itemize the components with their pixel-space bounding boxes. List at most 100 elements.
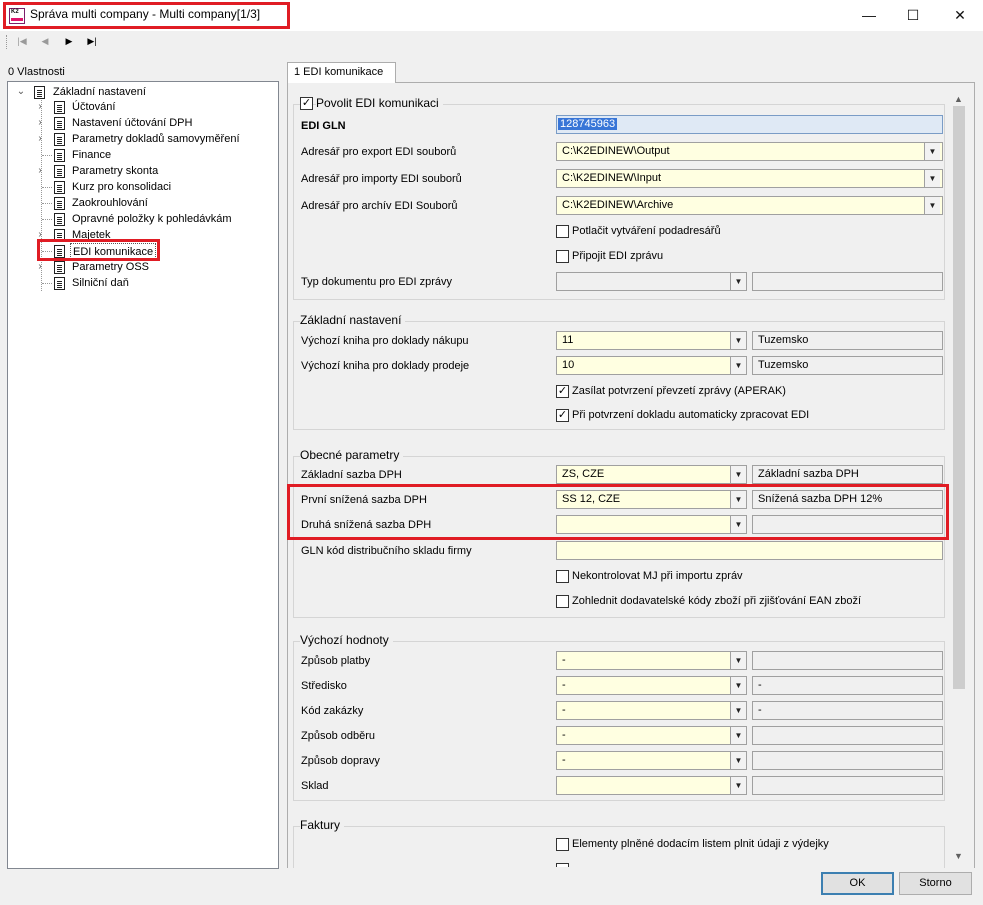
tree-item-silnicni-dan[interactable]: Silniční daň xyxy=(72,275,129,291)
base-vat-select[interactable]: ZS, CZE xyxy=(556,465,747,484)
tree-item-kurz-konsolidace[interactable]: Kurz pro konsolidaci xyxy=(72,179,171,195)
toolbar-grip xyxy=(6,35,7,49)
transport-method-description xyxy=(752,751,943,770)
expand-icon[interactable]: › xyxy=(34,163,46,179)
first-reduced-vat-select[interactable]: SS 12, CZE xyxy=(556,490,747,509)
tree-item-finance[interactable]: Finance xyxy=(72,147,111,163)
expand-icon[interactable]: › xyxy=(34,99,46,115)
chevron-down-icon[interactable]: ▼ xyxy=(730,516,746,533)
document-icon xyxy=(54,165,65,178)
gln-warehouse-label: GLN kód distribučního skladu firmy xyxy=(301,545,472,557)
no-unit-check-label: Nekontrolovat MJ při importu zpráv xyxy=(572,570,743,582)
no-unit-check-checkbox[interactable] xyxy=(556,570,569,583)
aperak-checkbox[interactable]: ✓ xyxy=(556,385,569,398)
purchase-book-select[interactable]: 11 xyxy=(556,331,747,350)
maximize-button[interactable]: ☐ xyxy=(890,0,936,31)
tree-connector xyxy=(42,155,52,156)
chevron-down-icon[interactable]: ▼ xyxy=(730,466,746,483)
sales-book-value: 10 xyxy=(562,359,575,371)
edi-gln-input[interactable]: 128745963 xyxy=(556,115,943,134)
tree-item-nastaveni-uctovani-dph[interactable]: Nastavení účtování DPH xyxy=(72,115,192,131)
gln-warehouse-input[interactable] xyxy=(556,541,943,560)
delivery-note-checkbox[interactable] xyxy=(556,838,569,851)
tree-connector xyxy=(42,283,52,284)
tree-item-parametry-skonta[interactable]: Parametry skonta xyxy=(72,163,158,179)
cancel-button[interactable]: Storno xyxy=(899,872,972,895)
pickup-method-label: Způsob odběru xyxy=(301,730,375,742)
expand-icon[interactable]: › xyxy=(34,131,46,147)
clipped-checkbox[interactable] xyxy=(556,863,569,867)
doc-type-select[interactable] xyxy=(556,272,747,291)
chevron-down-icon[interactable]: ▼ xyxy=(730,273,746,290)
expand-icon[interactable]: › xyxy=(34,227,46,243)
export-dir-value: C:\K2EDINEW\Output xyxy=(562,145,670,157)
tree-item-zakladni-nastaveni[interactable]: Základní nastavení xyxy=(53,84,146,100)
ok-button[interactable]: OK xyxy=(821,872,894,895)
chevron-down-icon[interactable]: ▼ xyxy=(924,170,940,187)
scroll-down-icon[interactable]: ▼ xyxy=(950,848,967,864)
document-icon xyxy=(54,149,65,162)
first-record-icon[interactable]: |◀ xyxy=(13,33,31,49)
suppress-subdirs-checkbox[interactable] xyxy=(556,225,569,238)
tree-item-zaokrouhlovani[interactable]: Zaokrouhlování xyxy=(72,195,148,211)
chevron-down-icon[interactable]: ▼ xyxy=(730,357,746,374)
tree-item-parametry-samovymereni[interactable]: Parametry dokladů samovyměření xyxy=(72,131,240,147)
archive-dir-label: Adresář pro archív EDI Souborů xyxy=(301,200,458,212)
last-record-icon[interactable]: ▶| xyxy=(83,33,101,49)
second-reduced-vat-select[interactable] xyxy=(556,515,747,534)
warehouse-select[interactable] xyxy=(556,776,747,795)
document-icon xyxy=(54,181,65,194)
tree-item-uctovani[interactable]: Účtování xyxy=(72,99,115,115)
delivery-note-label: Elementy plněné dodacím listem plnit úda… xyxy=(572,838,829,850)
general-params-title: Obecné parametry xyxy=(300,448,404,462)
order-code-select[interactable]: - xyxy=(556,701,747,720)
export-dir-field[interactable]: C:\K2EDINEW\Output xyxy=(556,142,943,161)
tree-item-majetek[interactable]: Majetek xyxy=(72,227,111,243)
tree-connector xyxy=(42,187,52,188)
chevron-down-icon[interactable]: ▼ xyxy=(730,491,746,508)
archive-dir-value: C:\K2EDINEW\Archive xyxy=(562,199,674,211)
chevron-down-icon[interactable]: ▼ xyxy=(730,332,746,349)
chevron-down-icon[interactable]: ▼ xyxy=(730,777,746,794)
document-icon xyxy=(54,117,65,130)
cost-center-description: - xyxy=(752,676,943,695)
close-button[interactable]: ✕ xyxy=(937,0,983,31)
import-dir-field[interactable]: C:\K2EDINEW\Input xyxy=(556,169,943,188)
previous-record-icon[interactable]: ◀ xyxy=(36,33,54,49)
pickup-method-description xyxy=(752,726,943,745)
enable-edi-checkbox[interactable]: ✓ xyxy=(300,97,313,110)
chevron-down-icon[interactable]: ▼ xyxy=(730,652,746,669)
purchase-book-description: Tuzemsko xyxy=(752,331,943,350)
auto-process-checkbox[interactable]: ✓ xyxy=(556,409,569,422)
scrollbar-thumb[interactable] xyxy=(953,106,965,689)
transport-method-select[interactable]: - xyxy=(556,751,747,770)
pickup-method-select[interactable]: - xyxy=(556,726,747,745)
payment-method-select[interactable]: - xyxy=(556,651,747,670)
chevron-down-icon[interactable]: ▼ xyxy=(730,677,746,694)
tree-item-edi-komunikace[interactable]: EDI komunikace xyxy=(70,243,157,259)
next-record-icon[interactable]: ▶ xyxy=(60,33,78,49)
chevron-down-icon[interactable]: ▼ xyxy=(924,197,940,214)
sales-book-select[interactable]: 10 xyxy=(556,356,747,375)
warehouse-description xyxy=(752,776,943,795)
attach-edi-checkbox[interactable] xyxy=(556,250,569,263)
edi-gln-value: 128745963 xyxy=(558,118,618,130)
minimize-button[interactable]: — xyxy=(846,0,892,31)
tree-item-opravne-polozky[interactable]: Opravné položky k pohledávkám xyxy=(72,211,232,227)
scroll-up-icon[interactable]: ▲ xyxy=(950,91,967,107)
chevron-down-icon[interactable]: ▼ xyxy=(730,702,746,719)
archive-dir-field[interactable]: C:\K2EDINEW\Archive xyxy=(556,196,943,215)
chevron-down-icon[interactable]: ▼ xyxy=(730,752,746,769)
chevron-down-icon[interactable]: ▼ xyxy=(730,727,746,744)
cost-center-label: Středisko xyxy=(301,680,347,692)
cost-center-select[interactable]: - xyxy=(556,676,747,695)
chevron-down-icon[interactable]: ▼ xyxy=(924,143,940,160)
tab-edi-komunikace[interactable]: 1 EDI komunikace xyxy=(287,62,396,83)
expand-icon[interactable]: › xyxy=(34,115,46,131)
tree-item-parametry-oss[interactable]: Parametry OSS xyxy=(72,259,149,275)
collapse-icon[interactable]: ⌄ xyxy=(15,84,27,100)
supplier-codes-checkbox[interactable] xyxy=(556,595,569,608)
doc-type-label: Typ dokumentu pro EDI zprávy xyxy=(301,276,453,288)
expand-icon[interactable]: › xyxy=(34,259,46,275)
second-reduced-vat-label: Druhá snížená sazba DPH xyxy=(301,519,432,531)
